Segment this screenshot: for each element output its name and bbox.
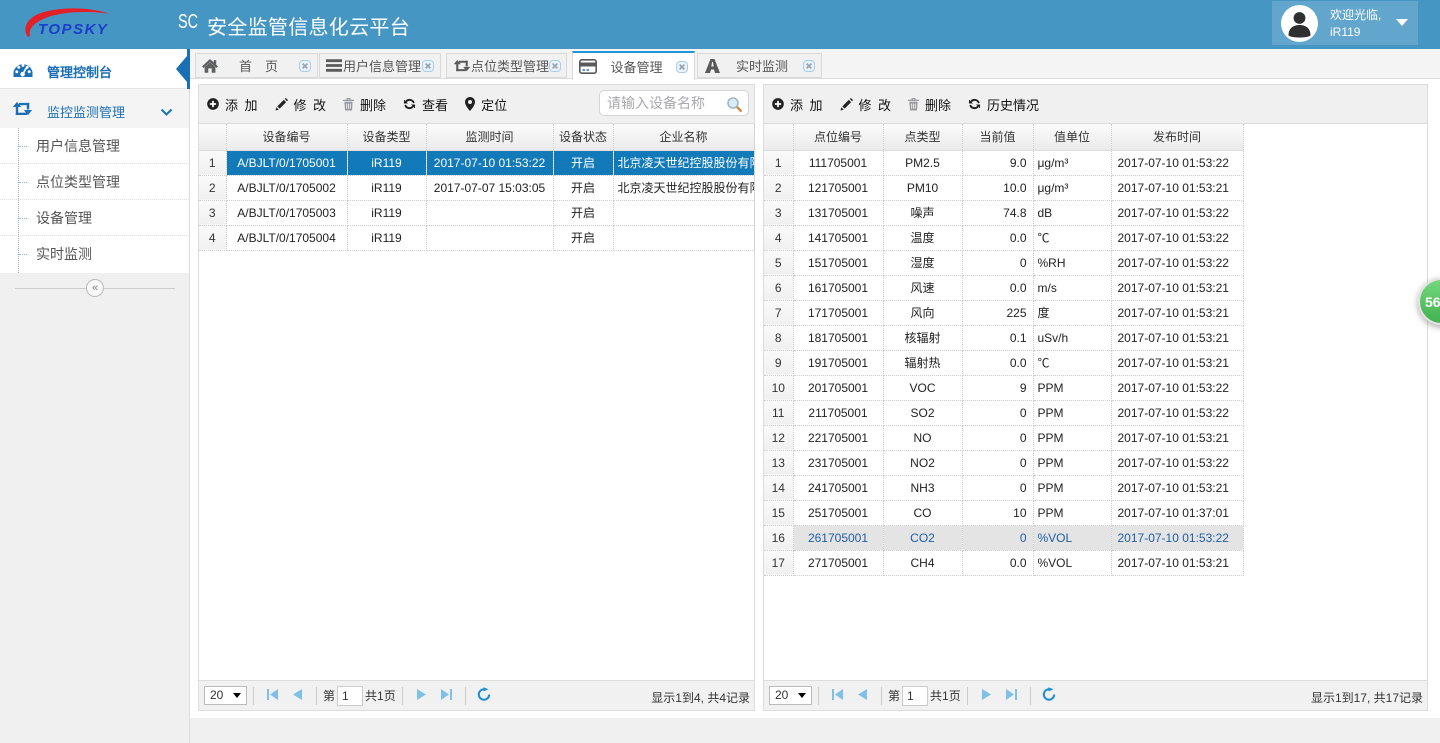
svg-text:TOPSKY: TOPSKY	[38, 21, 109, 38]
